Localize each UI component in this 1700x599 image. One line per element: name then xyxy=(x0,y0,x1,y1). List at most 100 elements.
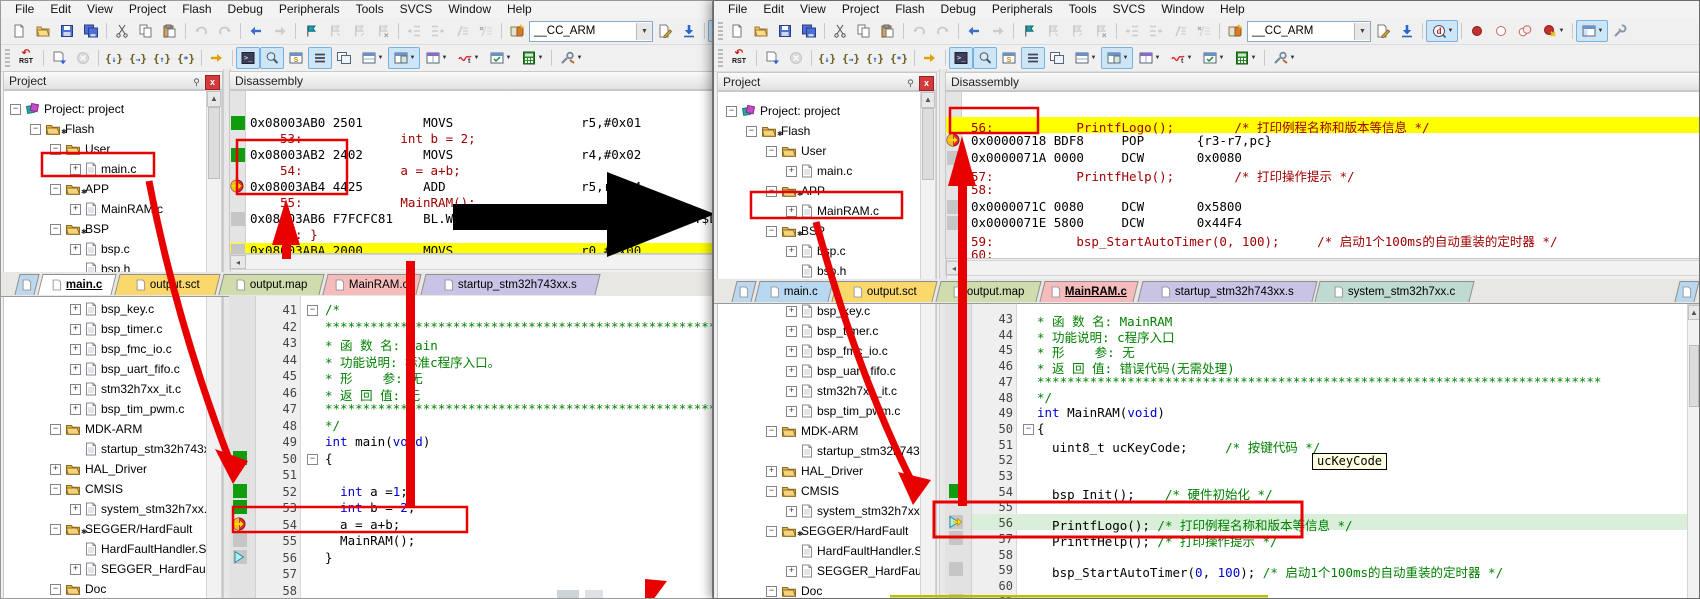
download-icon[interactable] xyxy=(1395,20,1419,42)
tree-expander-icon[interactable]: − xyxy=(30,124,41,135)
wrench2-dropdown-icon[interactable]: ▼ xyxy=(577,55,583,61)
menu-svcs[interactable]: SVCS xyxy=(392,1,441,18)
tree-item-bsp-tim-pwm-c[interactable]: +bsp_tim_pwm.c xyxy=(786,401,900,421)
undo-icon[interactable] xyxy=(189,20,213,42)
tree-item-cmsis[interactable]: −CMSIS xyxy=(50,479,123,499)
tree-expander-icon[interactable]: + xyxy=(786,566,797,577)
tree-expander-icon[interactable]: + xyxy=(786,346,797,357)
calc-icon[interactable]: ▼ xyxy=(1229,47,1261,69)
tree-item-mainram-c[interactable]: +MainRAM.c xyxy=(70,199,163,219)
tree-expander-icon[interactable]: + xyxy=(70,504,81,515)
indr-icon[interactable] xyxy=(426,20,450,42)
paste-icon[interactable] xyxy=(158,20,182,42)
bpkill-icon[interactable]: ▼ xyxy=(1537,20,1569,42)
menu-file[interactable]: File xyxy=(720,1,755,18)
tab-startup_stm32h743xx.s[interactable]: startup_stm32h743xx.s xyxy=(1137,281,1317,302)
menu-tools[interactable]: Tools xyxy=(1061,1,1105,18)
code-editor[interactable]: 41−/*42*********************************… xyxy=(229,296,713,599)
tree-item-bsp-tim-pwm-c[interactable]: +bsp_tim_pwm.c xyxy=(70,399,184,419)
disassembly-hscrollbar[interactable]: ◂ xyxy=(945,260,1700,276)
tree-item-startup-stm32h743xx-s[interactable]: startup_stm32h743xx.s xyxy=(786,441,937,461)
tree-item-bsp-fmc-io-c[interactable]: +bsp_fmc_io.c xyxy=(70,339,172,359)
save-icon[interactable] xyxy=(55,20,79,42)
tree-item-app[interactable]: −✱APP xyxy=(766,181,825,201)
tab-partial[interactable] xyxy=(1674,281,1699,302)
winS-icon[interactable]: S xyxy=(997,47,1021,69)
tree-item-main-c[interactable]: +main.c xyxy=(70,159,136,179)
tree-item-segger-hardfault[interactable]: −✱SEGGER/HardFault xyxy=(50,519,192,539)
flag3-icon[interactable] xyxy=(347,20,371,42)
build-icon[interactable] xyxy=(47,47,71,69)
scroll-up-icon[interactable]: ▲ xyxy=(207,91,221,107)
flag4-icon[interactable] xyxy=(1089,20,1113,42)
menu-debug[interactable]: Debug xyxy=(220,1,271,18)
winsB-dropdown-icon[interactable]: ▼ xyxy=(1123,55,1129,61)
tree-expander-icon[interactable]: + xyxy=(70,164,81,175)
cut-icon[interactable] xyxy=(110,20,134,42)
bpfill-icon[interactable] xyxy=(1465,20,1489,42)
tree-item-system-stm32h7xx-c[interactable]: +system_stm32h7xx.c xyxy=(786,501,929,521)
menu-file[interactable]: File xyxy=(7,1,42,18)
tree-expander-icon[interactable]: + xyxy=(786,506,797,517)
winsC-dropdown-icon[interactable]: ▼ xyxy=(1155,55,1161,61)
tab-MainRAM.c[interactable]: MainRAM.c xyxy=(1040,281,1140,302)
lines-icon[interactable] xyxy=(308,47,332,69)
tree-expander-icon[interactable]: + xyxy=(70,404,81,415)
menu-project[interactable]: Project xyxy=(121,1,174,18)
calc-dropdown-icon[interactable]: ▼ xyxy=(538,55,544,61)
tree-item-hal-driver[interactable]: +HAL_Driver xyxy=(50,459,147,479)
tree-expander-icon[interactable]: − xyxy=(746,126,757,137)
indr-icon[interactable] xyxy=(1144,20,1168,42)
fold-icon[interactable]: − xyxy=(307,305,318,316)
menu-debug[interactable]: Debug xyxy=(933,1,984,18)
menu-peripherals[interactable]: Peripherals xyxy=(271,1,348,18)
br3-icon[interactable]: {↑} xyxy=(150,47,174,69)
editor-scrollbar[interactable]: ▲ xyxy=(1687,304,1700,599)
scroll-thumb[interactable] xyxy=(1689,345,1699,407)
winsD-icon[interactable]: ▼ xyxy=(1197,47,1229,69)
tree-expander-icon[interactable]: − xyxy=(766,526,777,537)
wrench2-icon[interactable]: ▼ xyxy=(1268,47,1300,69)
menu-flash[interactable]: Flash xyxy=(887,1,932,18)
winsC-icon[interactable]: ▼ xyxy=(420,47,452,69)
br4-icon[interactable]: {*} xyxy=(174,47,198,69)
wrench-icon[interactable] xyxy=(1608,20,1632,42)
tree-item-stm32h7xx-it-c[interactable]: +stm32h7xx_it.c xyxy=(786,381,897,401)
tree-item-mainram-c[interactable]: +MainRAM.c xyxy=(786,201,879,221)
uncmt-icon[interactable] xyxy=(1192,20,1216,42)
tree-expander-icon[interactable]: − xyxy=(50,144,61,155)
close-icon[interactable]: x xyxy=(205,75,220,90)
cmt-icon[interactable] xyxy=(450,20,474,42)
menu-edit[interactable]: Edit xyxy=(42,1,79,18)
tree-item-project-project[interactable]: −Project: project xyxy=(726,101,840,121)
cut-icon[interactable] xyxy=(828,20,852,42)
open-icon[interactable] xyxy=(749,20,773,42)
trace-icon[interactable]: t▼ xyxy=(1165,47,1197,69)
scroll-thumb[interactable] xyxy=(922,108,934,180)
menu-view[interactable]: View xyxy=(792,1,834,18)
lines-icon[interactable] xyxy=(1021,47,1045,69)
flag-icon[interactable] xyxy=(299,20,323,42)
target-select-arrow-icon[interactable]: ▼ xyxy=(1354,23,1370,40)
target-select[interactable]: __CC_ARM▼ xyxy=(1247,21,1371,42)
winsA-dropdown-icon[interactable]: ▼ xyxy=(1091,55,1097,61)
book-icon[interactable] xyxy=(1223,20,1247,42)
redo-icon[interactable] xyxy=(931,20,955,42)
tree-expander-icon[interactable]: − xyxy=(50,584,61,595)
tree-expander-icon[interactable]: + xyxy=(786,406,797,417)
tree-expander-icon[interactable]: + xyxy=(70,344,81,355)
menu-window[interactable]: Window xyxy=(1153,1,1212,18)
winsA-icon[interactable]: ▼ xyxy=(356,47,388,69)
winsD-dropdown-icon[interactable]: ▼ xyxy=(1219,55,1225,61)
tree-expander-icon[interactable]: + xyxy=(70,364,81,375)
download-icon[interactable] xyxy=(677,20,701,42)
scroll-up-icon[interactable]: ▲ xyxy=(921,92,935,108)
winsB-icon[interactable]: ▼ xyxy=(388,47,420,69)
wrench2-icon[interactable]: ▼ xyxy=(555,47,587,69)
tree-expander-icon[interactable]: + xyxy=(786,246,797,257)
tab-MainRAM.c[interactable]: MainRAM.c xyxy=(323,274,423,295)
stop-icon[interactable] xyxy=(784,47,808,69)
tree-item-bsp-timer-c[interactable]: +bsp_timer.c xyxy=(786,321,878,341)
bpkill-dropdown-icon[interactable]: ▼ xyxy=(1559,28,1565,34)
winsC-icon[interactable]: ▼ xyxy=(1133,47,1165,69)
